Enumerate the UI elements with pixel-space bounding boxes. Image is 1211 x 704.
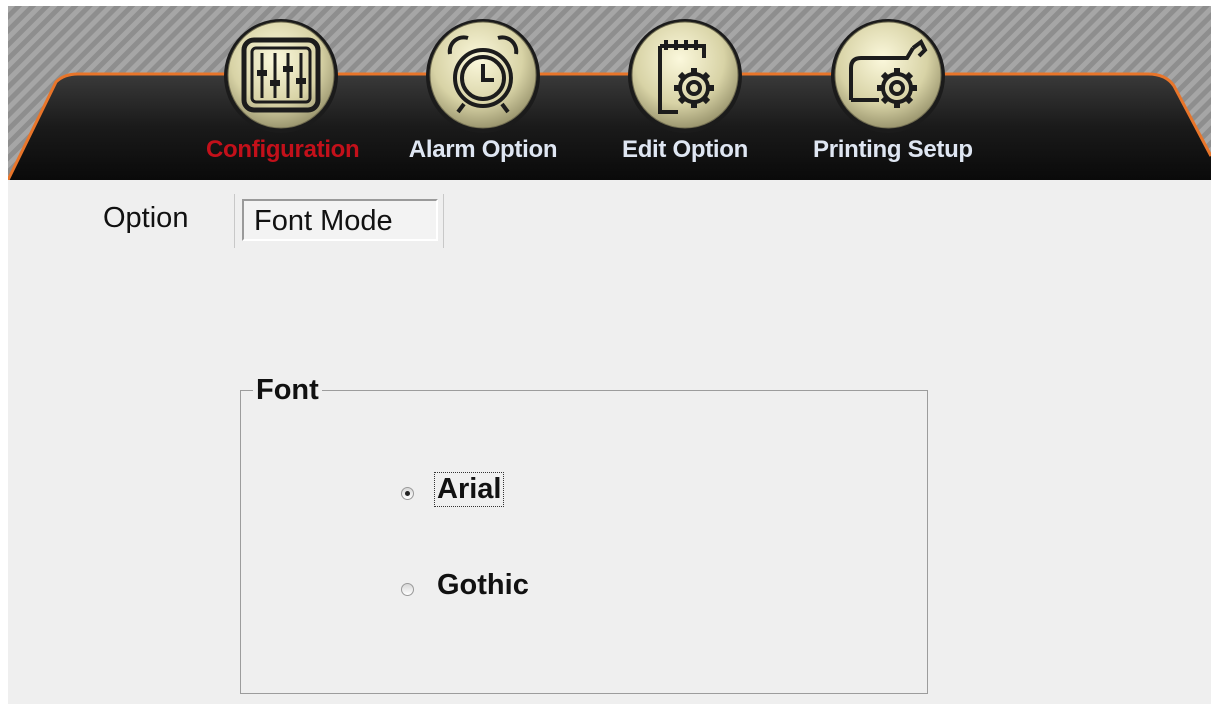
nav-alarm-option-button[interactable]: Alarm Option bbox=[408, 18, 558, 178]
nav-edit-option-button[interactable]: Edit Option bbox=[610, 18, 760, 178]
radio-arial-label[interactable]: Arial bbox=[433, 472, 505, 507]
top-nav-bar: Configuration Alarm Option Edit Option P… bbox=[8, 6, 1211, 180]
font-groupbox-title: Font bbox=[253, 374, 322, 407]
radio-gothic-indicator[interactable] bbox=[401, 583, 414, 596]
alarm-clock-icon bbox=[424, 18, 542, 136]
tab-font-mode[interactable]: Font Mode bbox=[234, 194, 449, 248]
radio-selected-dot bbox=[405, 491, 410, 496]
nav-alarm-option-label: Alarm Option bbox=[408, 136, 558, 163]
tab-divider bbox=[443, 194, 444, 248]
nav-configuration-button[interactable]: Configuration bbox=[206, 18, 360, 178]
nav-printing-setup-label: Printing Setup bbox=[813, 136, 973, 163]
notepad-gear-icon bbox=[626, 18, 744, 136]
tab-font-mode-label: Font Mode bbox=[254, 205, 393, 237]
nav-configuration-label: Configuration bbox=[206, 136, 360, 163]
sliders-icon bbox=[222, 18, 340, 136]
radio-arial-indicator[interactable] bbox=[401, 487, 414, 500]
tab-font-mode-box: Font Mode bbox=[242, 199, 438, 241]
nav-printing-setup-button[interactable]: Printing Setup bbox=[813, 18, 973, 178]
printer-gear-icon bbox=[829, 18, 947, 136]
radio-gothic-label[interactable]: Gothic bbox=[435, 569, 531, 602]
nav-edit-option-label: Edit Option bbox=[621, 136, 748, 163]
app-window: Configuration Alarm Option Edit Option P… bbox=[8, 6, 1211, 704]
font-groupbox: Font Arial Gothic bbox=[240, 374, 928, 694]
tab-option[interactable]: Option bbox=[103, 202, 188, 235]
